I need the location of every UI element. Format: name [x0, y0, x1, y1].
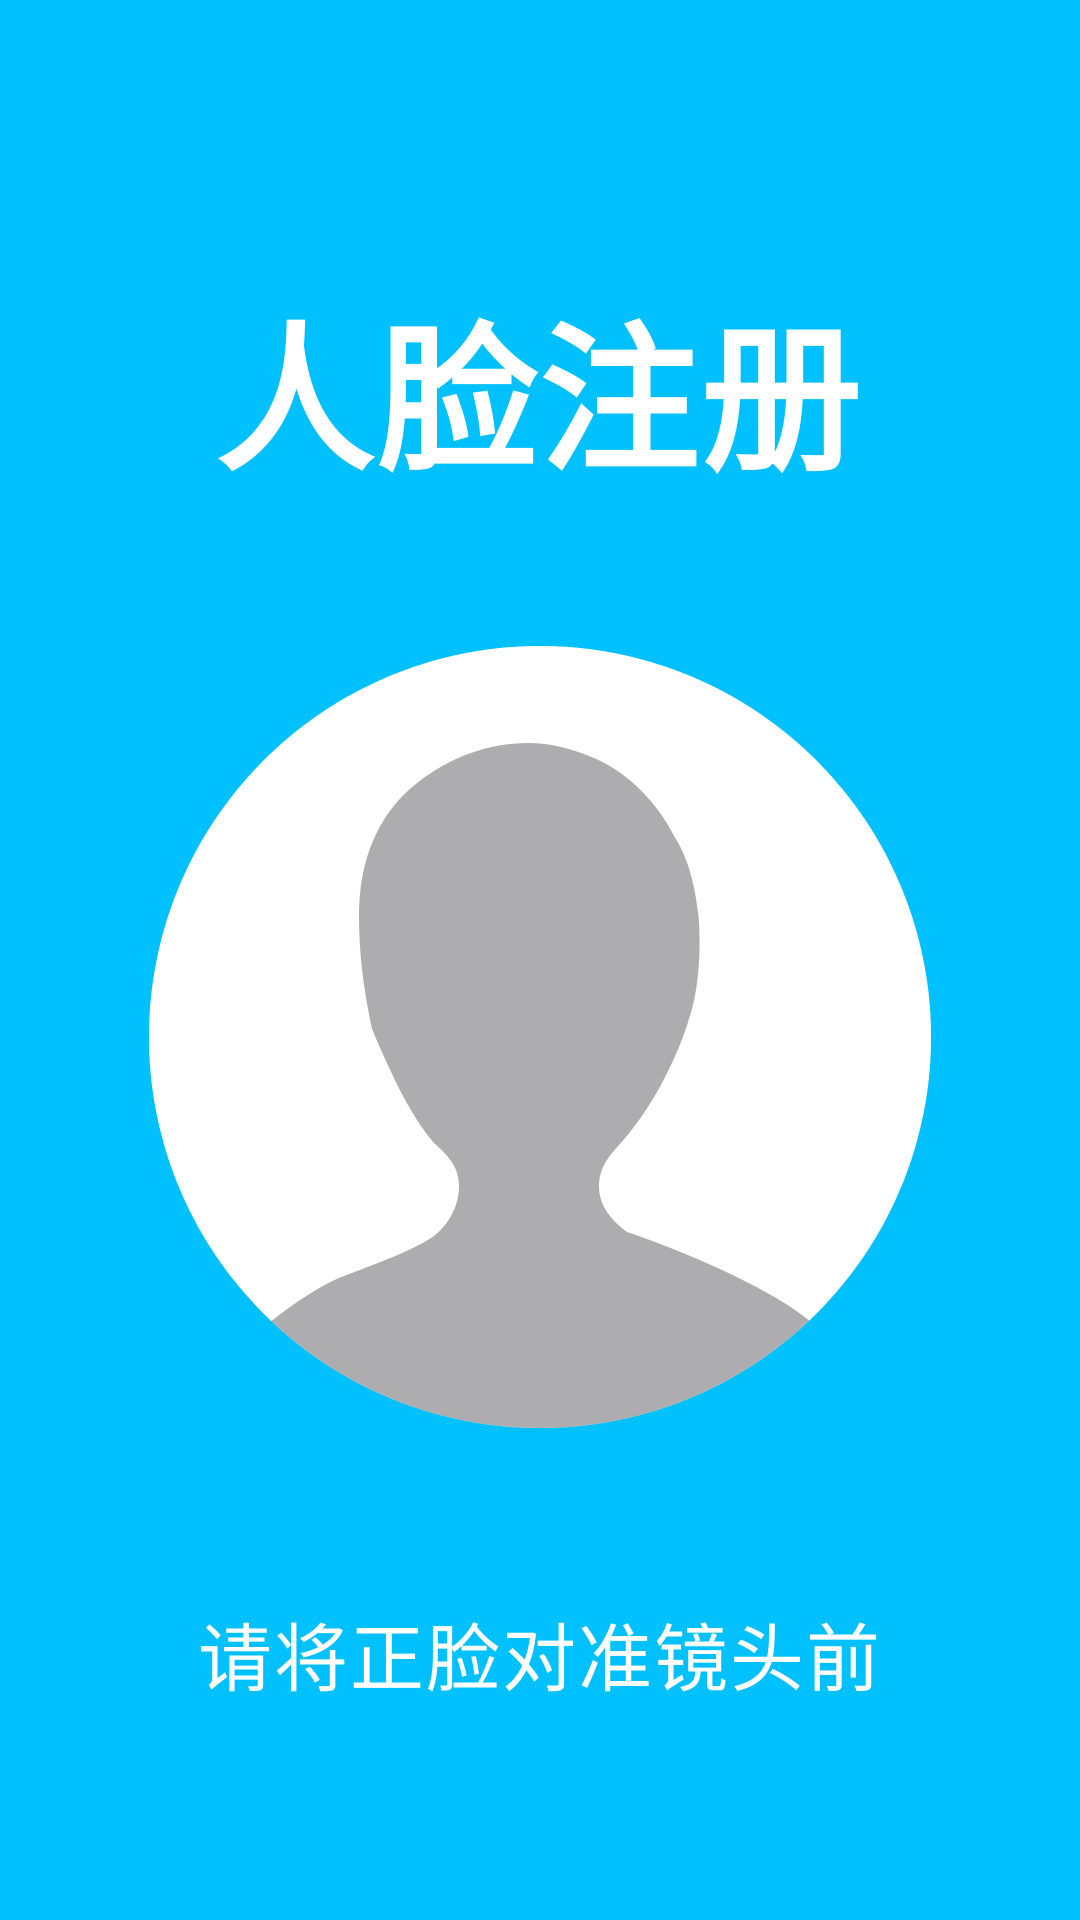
- alignment-hint: 请将正脸对准镜头前: [198, 1617, 882, 1703]
- face-registration-screen: 人脸注册 请将正脸对准镜头前: [0, 0, 1080, 1920]
- person-silhouette-icon: [149, 646, 931, 1428]
- page-title: 人脸注册: [215, 306, 864, 494]
- face-capture-frame: [149, 646, 931, 1428]
